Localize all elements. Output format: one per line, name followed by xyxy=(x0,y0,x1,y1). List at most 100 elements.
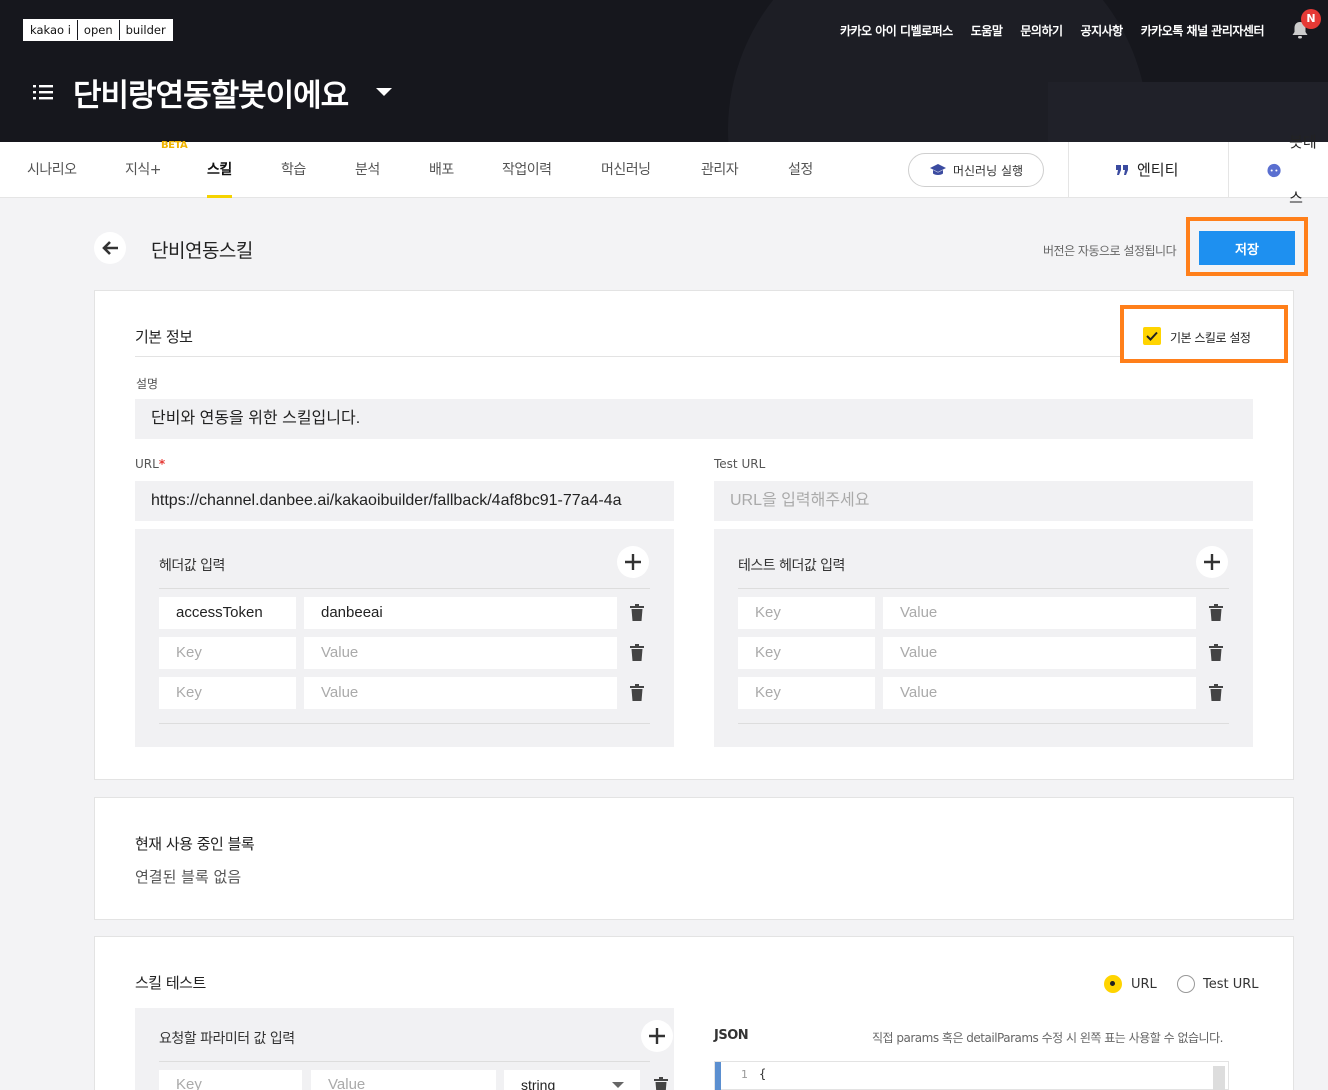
default-skill-checkbox[interactable] xyxy=(1143,327,1161,345)
plus-icon xyxy=(1204,554,1220,570)
nav-divider xyxy=(1228,142,1229,198)
version-note: 버전은 자동으로 설정됩니다 xyxy=(1043,244,1177,258)
headers-divider xyxy=(159,723,650,724)
test-header-value-input[interactable]: Value xyxy=(883,677,1196,709)
caret-down-icon xyxy=(612,1082,624,1088)
param-value-input[interactable]: Value xyxy=(311,1070,496,1090)
logo-part: open xyxy=(78,20,120,40)
param-type-value: string xyxy=(521,1077,556,1090)
test-url-input[interactable]: URL을 입력해주세요 xyxy=(714,481,1253,521)
tab-deploy[interactable]: 배포 xyxy=(429,142,454,198)
run-machine-learning-button[interactable]: 머신러닝 실행 xyxy=(908,153,1044,187)
caret-down-icon[interactable] xyxy=(376,88,392,96)
trash-icon[interactable] xyxy=(1208,684,1224,702)
no-blocks-text: 연결된 블록 없음 xyxy=(135,868,242,886)
header-value-input[interactable]: Value xyxy=(304,677,617,709)
trash-icon[interactable] xyxy=(1208,644,1224,662)
url-input[interactable]: https://channel.danbee.ai/kakaoibuilder/… xyxy=(135,481,674,521)
beta-badge: BETA xyxy=(161,140,188,151)
test-url-label: Test URL xyxy=(714,457,766,471)
tab-settings[interactable]: 설정 xyxy=(788,142,813,198)
bot-test-label: 봇테스 xyxy=(1289,133,1317,207)
menu-icon[interactable] xyxy=(32,82,54,102)
test-url-radio[interactable] xyxy=(1177,975,1195,993)
description-label: 설명 xyxy=(136,377,159,391)
test-header-key-input[interactable]: Key xyxy=(738,597,875,629)
tab-admin[interactable]: 관리자 xyxy=(701,142,739,198)
bot-name-title[interactable]: 단비랑연동할봇이에요 xyxy=(73,70,349,115)
checkmark-icon xyxy=(1146,331,1158,341)
test-header-key-input[interactable]: Key xyxy=(738,637,875,669)
params-title: 요청할 파라미터 값 입력 xyxy=(159,1031,295,1047)
test-url-radio-label[interactable]: Test URL xyxy=(1203,977,1259,992)
url-label-text: URL xyxy=(135,457,159,471)
header-decoration xyxy=(1048,82,1328,142)
link-channel-admin[interactable]: 카카오톡 채널 관리자센터 xyxy=(1141,22,1265,39)
header-value-input[interactable]: Value xyxy=(304,637,617,669)
add-header-button[interactable] xyxy=(617,546,649,578)
skill-title: 단비연동스킬 xyxy=(151,240,253,262)
json-scrollbar[interactable] xyxy=(1213,1066,1225,1090)
url-radio[interactable] xyxy=(1104,975,1122,993)
back-button[interactable] xyxy=(94,232,126,264)
link-notice[interactable]: 공지사항 xyxy=(1081,22,1124,39)
notification-badge[interactable]: N xyxy=(1301,9,1321,29)
graduation-cap-icon xyxy=(929,164,946,175)
test-header-key-input[interactable]: Key xyxy=(738,677,875,709)
test-headers-title: 테스트 헤더값 입력 xyxy=(738,558,845,574)
entity-label: 엔티티 xyxy=(1137,161,1179,179)
json-line-number: 1 xyxy=(741,1068,748,1081)
required-mark: * xyxy=(158,457,166,471)
trash-icon[interactable] xyxy=(653,1077,669,1090)
section-divider xyxy=(135,356,1253,357)
test-header-value-input[interactable]: Value xyxy=(883,597,1196,629)
json-editor-gutter xyxy=(715,1062,721,1090)
tab-scenario[interactable]: 시나리오 xyxy=(27,142,77,198)
link-contact[interactable]: 문의하기 xyxy=(1020,22,1063,39)
trash-icon[interactable] xyxy=(629,604,645,622)
header-key-input[interactable]: Key xyxy=(159,637,296,669)
chat-bubble-icon xyxy=(1267,163,1281,177)
tab-knowledge[interactable]: 지식+ BETA xyxy=(125,140,188,198)
json-note: 직접 params 혹은 detailParams 수정 시 왼쪽 표는 사용할… xyxy=(872,1031,1223,1045)
plus-icon xyxy=(649,1028,665,1044)
main-nav: 시나리오 지식+ BETA 스킬 학습 분석 배포 작업이력 머신러닝 관리자 설… xyxy=(0,133,1328,207)
tab-analytics[interactable]: 분석 xyxy=(355,142,380,198)
tab-skill[interactable]: 스킬 xyxy=(207,142,232,198)
test-header-value-input[interactable]: Value xyxy=(883,637,1196,669)
add-test-header-button[interactable] xyxy=(1196,546,1228,578)
link-help[interactable]: 도움말 xyxy=(971,22,1003,39)
tab-training[interactable]: 학습 xyxy=(281,142,306,198)
kakao-open-builder-logo[interactable]: kakao i open builder xyxy=(23,19,173,41)
header-key-input[interactable]: accessToken xyxy=(159,597,296,629)
trash-icon[interactable] xyxy=(1208,604,1224,622)
url-radio-label[interactable]: URL xyxy=(1131,977,1157,992)
params-divider xyxy=(159,1061,650,1062)
trash-icon[interactable] xyxy=(629,644,645,662)
header-value-input[interactable]: danbeeai xyxy=(304,597,617,629)
blocks-in-use-card xyxy=(94,797,1294,920)
headers-divider xyxy=(159,588,650,589)
bot-test-button[interactable]: 봇테스 xyxy=(1267,133,1328,207)
json-editor[interactable]: 1 { xyxy=(714,1061,1229,1090)
trash-icon[interactable] xyxy=(629,684,645,702)
url-label: URL* xyxy=(135,457,165,471)
description-input[interactable]: 단비와 연동을 위한 스킬입니다. xyxy=(135,399,1253,439)
default-skill-label[interactable]: 기본 스킬로 설정 xyxy=(1170,329,1251,346)
save-button[interactable]: 저장 xyxy=(1199,231,1295,265)
param-key-input[interactable]: Key xyxy=(159,1070,302,1090)
entity-button[interactable]: 엔티티 xyxy=(1115,142,1178,198)
header-key-input[interactable]: Key xyxy=(159,677,296,709)
skill-test-title: 스킬 테스트 xyxy=(135,974,206,992)
param-type-select[interactable]: string xyxy=(504,1070,640,1090)
tab-knowledge-label: 지식+ xyxy=(125,162,162,178)
nav-divider xyxy=(1068,142,1069,198)
tab-machine-learning[interactable]: 머신러닝 xyxy=(601,142,651,198)
test-headers-divider xyxy=(738,588,1229,589)
link-developers[interactable]: 카카오 아이 디벨로퍼스 xyxy=(840,22,953,39)
top-links: 카카오 아이 디벨로퍼스 도움말 문의하기 공지사항 카카오톡 채널 관리자센터 xyxy=(840,22,1265,39)
plus-icon xyxy=(625,554,641,570)
tab-history[interactable]: 작업이력 xyxy=(502,142,552,198)
add-param-button[interactable] xyxy=(641,1020,673,1052)
logo-part: kakao i xyxy=(24,20,78,40)
